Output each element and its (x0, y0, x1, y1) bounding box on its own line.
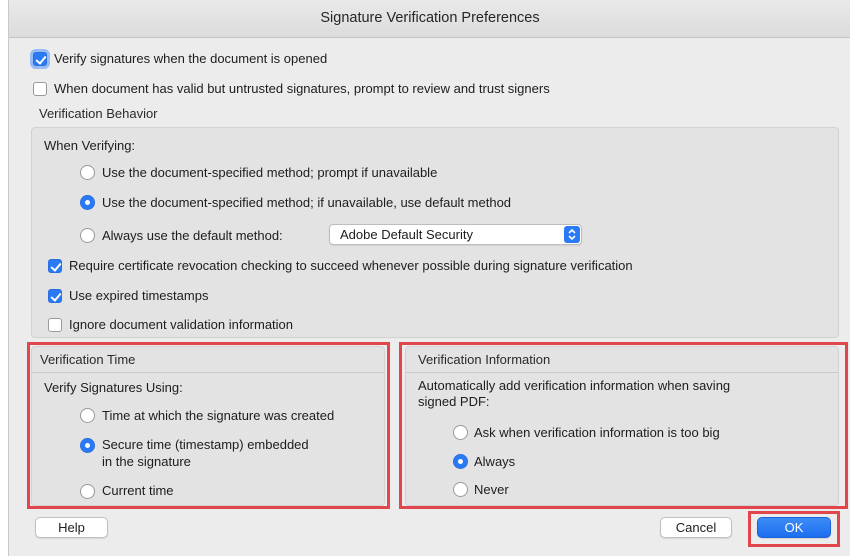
ignore-validation-label: Ignore document validation information (69, 317, 294, 332)
default-method-value: Adobe Default Security (340, 227, 473, 242)
background-app-strip (0, 0, 8, 556)
title-bar: Signature Verification Preferences (9, 0, 850, 38)
revocation-checkbox[interactable] (48, 259, 62, 273)
prompt-untrusted-checkbox[interactable] (33, 82, 47, 96)
radio-label-prompt: Use the document-specified method; promp… (102, 165, 438, 180)
select-arrows-icon (564, 226, 580, 243)
expired-timestamps-label: Use expired timestamps (69, 288, 209, 303)
radio-prompt-if-unavailable[interactable] (80, 165, 95, 180)
preferences-dialog: Signature Verification Preferences Verif… (8, 0, 850, 556)
cancel-button[interactable]: Cancel (660, 517, 732, 538)
radio-use-default-if-unavailable[interactable] (80, 195, 95, 210)
help-button[interactable]: Help (35, 517, 108, 538)
radio-label-default-if-unavailable: Use the document-specified method; if un… (102, 195, 512, 210)
revocation-label: Require certificate revocation checking … (69, 258, 633, 273)
highlight-verification-info (399, 342, 848, 509)
behavior-heading: Verification Behavior (39, 106, 158, 121)
prompt-untrusted-label: When document has valid but untrusted si… (54, 81, 550, 96)
verify-on-open-label: Verify signatures when the document is o… (54, 51, 328, 66)
radio-always-default[interactable] (80, 228, 95, 243)
highlight-verification-time (27, 342, 390, 509)
default-method-select[interactable]: Adobe Default Security (329, 224, 582, 245)
ignore-validation-checkbox[interactable] (48, 318, 62, 332)
verify-on-open-checkbox[interactable] (33, 52, 47, 66)
dialog-title: Signature Verification Preferences (320, 10, 540, 26)
highlight-ok-button (748, 511, 840, 547)
when-verifying-label: When Verifying: (44, 138, 136, 153)
radio-label-always-default: Always use the default method: (102, 228, 283, 243)
expired-timestamps-checkbox[interactable] (48, 289, 62, 303)
